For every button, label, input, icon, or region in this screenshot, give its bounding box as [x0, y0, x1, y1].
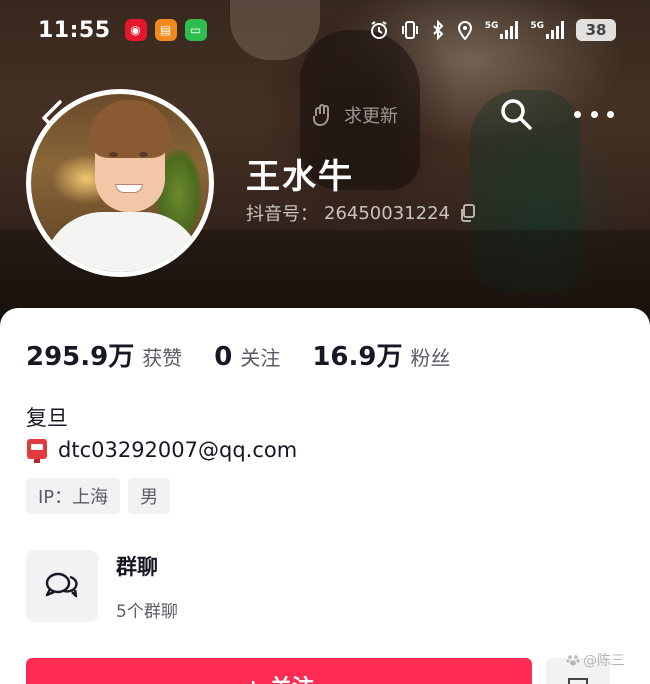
- battery-indicator: 38: [576, 19, 616, 41]
- profile-page: 11:55 ◉ ▤ ▭ 5G 5G 38 求更新 王水牛 抖音号： 264500…: [0, 0, 650, 684]
- stat-likes[interactable]: 295.9万 获赞: [26, 336, 182, 373]
- vibrate-icon: [401, 20, 419, 40]
- ip-location-tag: IP：上海: [26, 478, 121, 514]
- search-button[interactable]: [498, 96, 534, 132]
- avatar-hair-shape: [89, 100, 171, 158]
- group-chat-entry[interactable]: 群聊 5个群聊: [26, 550, 178, 622]
- stat-following[interactable]: 0 关注: [214, 342, 280, 372]
- douyin-id-label: 抖音号：: [246, 204, 318, 225]
- secondary-action-icon: [568, 678, 588, 684]
- copy-icon[interactable]: [460, 204, 476, 222]
- search-icon: [501, 99, 532, 130]
- avatar-eye-shape: [109, 152, 118, 157]
- stats-row: 295.9万 获赞 0 关注 16.9万 粉丝: [26, 336, 483, 373]
- douyin-id-value: 26450031224: [324, 202, 450, 224]
- bio-email: dtc03292007@qq.com: [58, 438, 298, 462]
- group-chat-title: 群聊: [116, 554, 158, 579]
- messages-app-icon: ▭: [184, 19, 207, 41]
- network-type-label: 5G: [530, 21, 544, 31]
- avatar-eye-shape: [139, 152, 148, 157]
- bluetooth-icon: [431, 20, 445, 40]
- watermark: @陈三: [566, 650, 625, 670]
- more-dot-icon: [574, 110, 581, 118]
- profile-tags: IP：上海 男: [26, 478, 171, 514]
- stat-label: 获赞: [142, 346, 183, 370]
- update-request-hint[interactable]: 求更新: [310, 100, 398, 130]
- paw-icon: [566, 655, 580, 666]
- group-chat-count: 5个群聊: [116, 601, 178, 622]
- more-dot-icon: [607, 110, 614, 118]
- mailbox-icon: [26, 436, 48, 464]
- stat-value: 16.9万: [312, 342, 403, 372]
- group-chat-icon-box: [26, 550, 98, 622]
- status-indicators: 5G 5G 38: [369, 19, 616, 41]
- alarm-icon: [369, 20, 389, 40]
- stat-value: 0: [214, 342, 233, 372]
- network-type-label: 5G: [484, 21, 499, 31]
- group-chat-text: 群聊 5个群聊: [116, 551, 178, 622]
- stat-value: 295.9万: [26, 342, 135, 372]
- more-options-button[interactable]: [574, 100, 614, 128]
- more-dot-icon: [590, 110, 598, 118]
- status-bar: 11:55 ◉ ▤ ▭ 5G 5G 38: [0, 0, 650, 60]
- update-request-label: 求更新: [344, 106, 398, 127]
- stat-label: 关注: [240, 346, 281, 370]
- bio-email-row: dtc03292007@qq.com: [26, 436, 297, 464]
- status-app-icons: ◉ ▤ ▭: [124, 19, 207, 41]
- stat-followers[interactable]: 16.9万 粉丝: [312, 336, 450, 373]
- douyin-id-row: 抖音号： 26450031224: [246, 200, 476, 226]
- hand-icon: [313, 104, 329, 127]
- gender-tag: 男: [128, 478, 171, 514]
- chat-bubbles-icon: [45, 572, 78, 598]
- watermark-text: @陈三: [583, 653, 625, 669]
- stat-label: 粉丝: [410, 346, 451, 370]
- bio-school: 复旦: [26, 406, 68, 430]
- mail-app-icon: ▤: [154, 19, 177, 41]
- follow-button[interactable]: + 关注: [26, 658, 532, 684]
- status-time: 11:55: [38, 17, 111, 43]
- location-icon: [457, 20, 473, 40]
- profile-name: 王水牛: [246, 157, 354, 197]
- weibo-app-icon: ◉: [124, 19, 147, 41]
- cellular-signal-icon: 5G: [530, 21, 564, 39]
- avatar[interactable]: [26, 89, 214, 277]
- cellular-signal-icon: 5G: [485, 21, 519, 39]
